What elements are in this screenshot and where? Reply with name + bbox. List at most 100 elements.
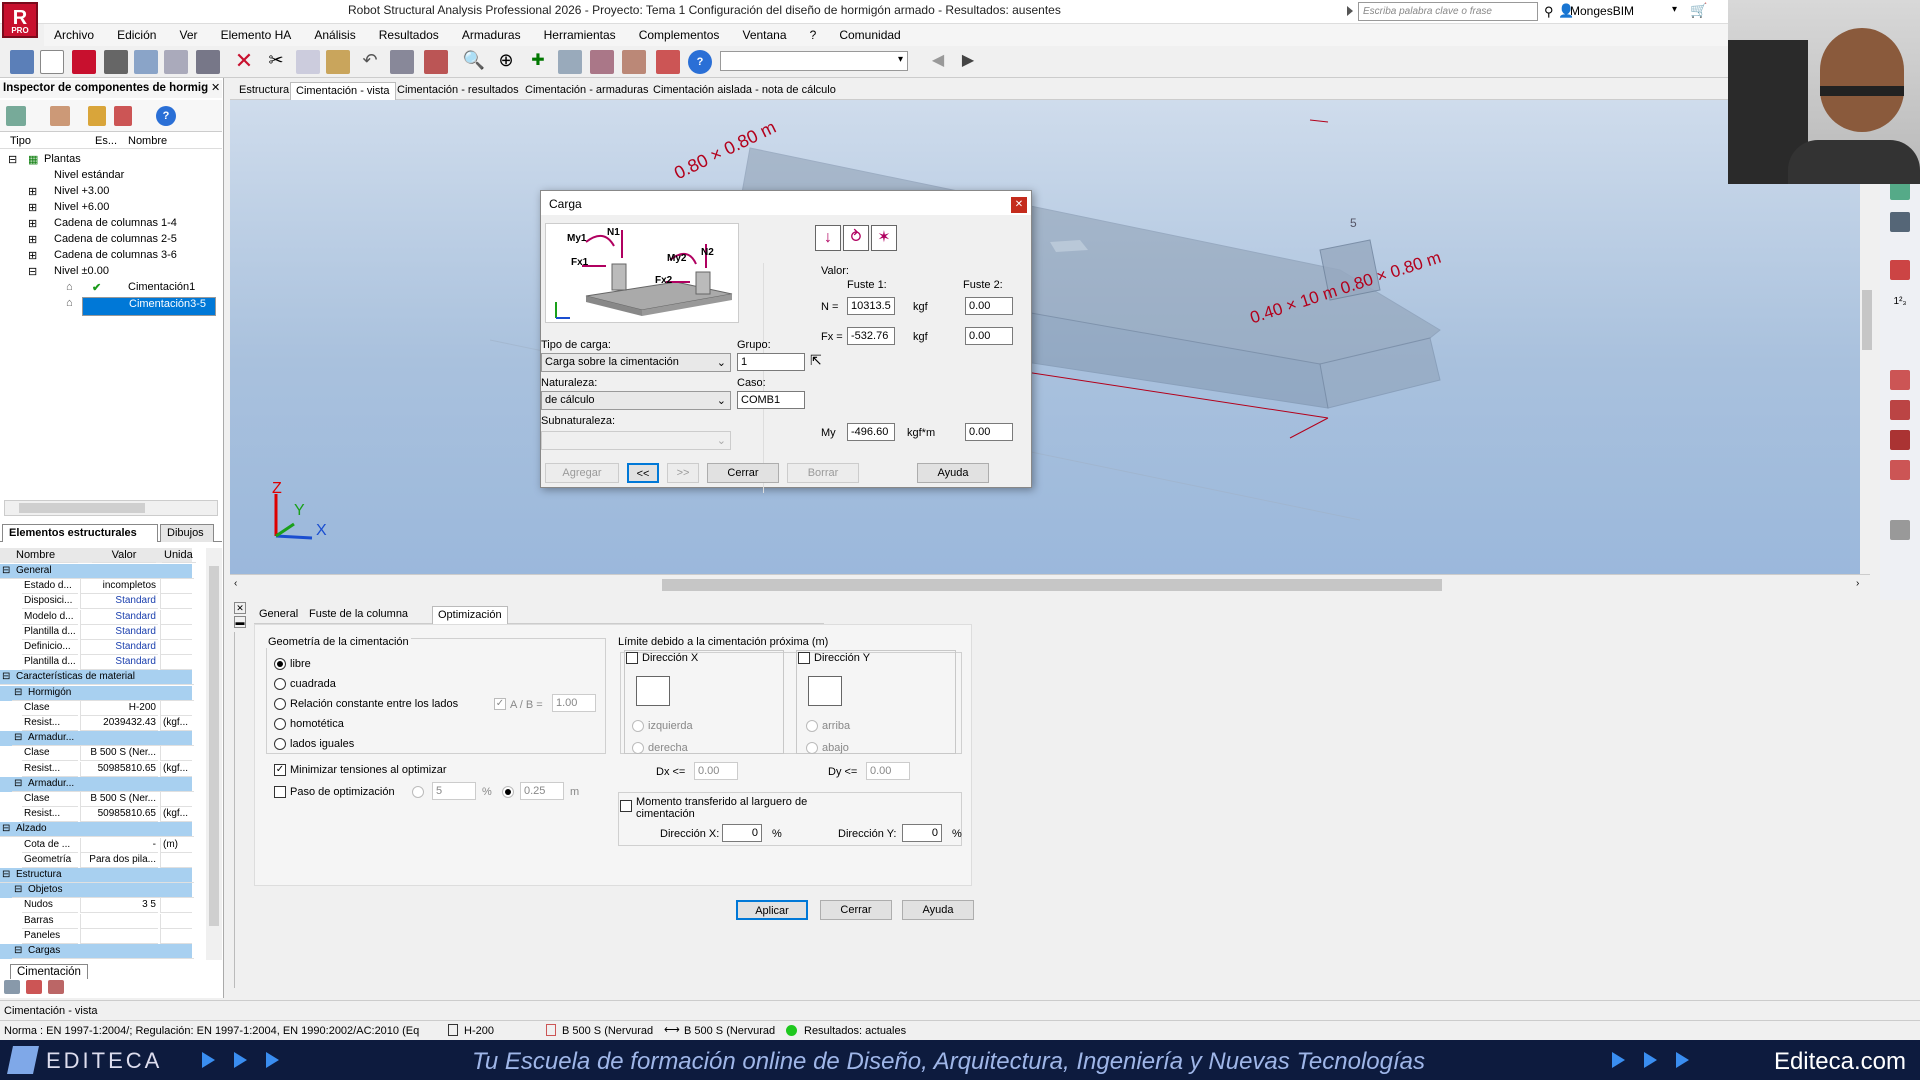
inspector-icon[interactable] — [10, 50, 34, 74]
my-fuste2-input[interactable]: 0.00 — [965, 423, 1013, 441]
prop-value[interactable]: - — [80, 837, 158, 853]
edit-icon[interactable] — [26, 980, 42, 994]
prop-value[interactable]: Standard — [80, 609, 158, 625]
collapse-icon[interactable]: ⊟ — [12, 883, 26, 899]
tab-estructura[interactable]: Estructura — [234, 82, 294, 100]
binoculars-icon[interactable]: ⚲ — [1544, 4, 1554, 20]
tipo-carga-select[interactable]: Carga sobre la cimentación ⌄ — [541, 353, 731, 372]
tab-general[interactable]: General — [254, 606, 303, 624]
prop-group[interactable]: ⊟ Características de material — [0, 670, 194, 686]
cerrar-button[interactable]: Cerrar — [707, 463, 779, 483]
prop-value[interactable]: Standard — [80, 594, 158, 610]
prop-row[interactable]: Definicio... Standard — [0, 640, 192, 655]
display-icon[interactable] — [390, 50, 414, 74]
caso-input[interactable]: COMB1 — [737, 391, 805, 409]
menu-elemento-ha[interactable]: Elemento HA — [211, 24, 302, 46]
menu-ventana[interactable]: Ventana — [732, 24, 796, 46]
collapse-icon[interactable]: ⊟ — [0, 564, 14, 579]
subnaturaleza-select[interactable]: ⌄ — [541, 431, 731, 450]
user-name[interactable]: MongesBIM — [1570, 4, 1634, 18]
radio-arriba[interactable] — [806, 720, 818, 732]
camera-icon[interactable] — [196, 50, 220, 74]
scroll-thumb[interactable] — [662, 579, 1442, 591]
cart-icon[interactable]: 🛒 — [1690, 2, 1707, 19]
delete-icon[interactable]: ✕ — [232, 50, 256, 74]
n-fuste1-input[interactable]: 10313.5 — [847, 297, 895, 315]
view-icon[interactable] — [1890, 520, 1910, 540]
prop-value[interactable]: 50985810.65 — [80, 761, 158, 777]
clear-filter-icon[interactable] — [114, 106, 132, 126]
collapse-icon[interactable]: ⊟ — [12, 731, 26, 747]
menu-analisis[interactable]: Análisis — [304, 24, 365, 46]
viewport-horizontal-scrollbar[interactable]: ‹ › — [230, 574, 1870, 594]
tab-cimentacion-armaduras[interactable]: Cimentación - armaduras — [520, 82, 654, 100]
collapse-icon[interactable]: ⊟ — [12, 777, 26, 792]
grupo-input[interactable]: 1 — [737, 353, 805, 371]
checkbox-dir-x[interactable] — [626, 652, 638, 664]
offset-icon[interactable] — [1890, 460, 1910, 480]
prop-row[interactable]: Resist... 50985810.65 (kgf... — [0, 807, 192, 823]
properties-scrollbar[interactable] — [206, 548, 222, 960]
diry-input[interactable]: 0 — [902, 824, 942, 842]
load-icon[interactable] — [1890, 212, 1910, 232]
borrar-button[interactable]: Borrar — [787, 463, 859, 483]
menu-armaduras[interactable]: Armaduras — [452, 24, 531, 46]
section-icon[interactable] — [1890, 400, 1910, 420]
collapse-icon[interactable]: ⊟ — [0, 670, 14, 686]
tree-item-cadena-3-6[interactable]: Cadena de columnas 3-6 — [54, 249, 177, 261]
dy-input[interactable]: 0.00 — [866, 762, 910, 780]
menu-complementos[interactable]: Complementos — [629, 24, 730, 46]
checkbox-minimizar[interactable]: ✓ — [274, 764, 286, 776]
prop-subgroup[interactable]: ⊟ Cargas — [0, 944, 194, 959]
menu-edicion[interactable]: Edición — [107, 24, 166, 46]
column-nombre[interactable]: Nombre — [128, 135, 167, 147]
tree-item-nivel-3[interactable]: Nivel +3.00 — [54, 185, 109, 197]
prop-group[interactable]: ⊟ General — [0, 564, 194, 579]
search-expand-icon[interactable] — [1347, 6, 1353, 16]
radio-homotetica[interactable] — [274, 718, 286, 730]
prop-subgroup[interactable]: ⊟ Hormigón — [0, 685, 194, 701]
tab-cimentacion[interactable]: Cimentación — [10, 964, 88, 979]
prop-row[interactable]: Resist... 2039432.43 (kgf... — [0, 716, 192, 731]
menu-archivo[interactable]: Archivo — [44, 24, 104, 46]
tree-expander[interactable]: ⊞ — [28, 217, 37, 230]
tree-expander[interactable]: ⊞ — [28, 185, 37, 198]
prop-row[interactable]: Plantilla d... Standard — [0, 655, 192, 671]
my-fuste1-input[interactable]: -496.60 — [847, 423, 895, 441]
prop-value[interactable]: B 500 S (Ner... — [80, 746, 158, 762]
fx-fuste2-input[interactable]: 0.00 — [965, 327, 1013, 345]
table-icon[interactable] — [48, 980, 64, 994]
menu-help[interactable]: ? — [800, 24, 827, 46]
radio-paso-pct[interactable] — [412, 786, 424, 798]
checkbox-ab[interactable]: ✓ — [494, 698, 506, 710]
prop-row[interactable]: Estado d... incompletos — [0, 579, 192, 595]
radio-cuadrada[interactable] — [274, 678, 286, 690]
tab-nota-calculo[interactable]: Cimentación aislada - nota de cálculo — [648, 82, 841, 100]
prop-group[interactable]: ⊟ Estructura — [0, 868, 194, 883]
prop-row[interactable]: Clase H-200 — [0, 700, 192, 716]
undo-icon[interactable]: ↶ — [358, 50, 382, 74]
scroll-left-icon[interactable]: ‹ — [234, 578, 237, 589]
ayuda-button[interactable]: Ayuda — [902, 900, 974, 920]
prop-subgroup[interactable]: ⊟ Armadur... — [0, 731, 194, 747]
force-combined-icon[interactable]: ✶ — [871, 225, 897, 251]
tree-item-cimentacion1[interactable]: Cimentación1 — [128, 281, 195, 293]
structure-icon[interactable] — [590, 50, 614, 74]
prop-value[interactable]: B 500 S (Ner... — [80, 792, 158, 807]
forward-arrow-icon[interactable]: ▶ — [956, 50, 980, 74]
ayuda-button[interactable]: Ayuda — [917, 463, 989, 483]
prop-row[interactable]: Plantilla d... Standard — [0, 624, 192, 640]
preview-icon[interactable] — [164, 50, 188, 74]
column-estado[interactable]: Es... — [95, 135, 117, 147]
calculator-icon[interactable] — [424, 50, 448, 74]
prop-value[interactable]: 2039432.43 — [80, 716, 158, 731]
tab-cimentacion-vista[interactable]: Cimentación - vista — [290, 82, 396, 100]
dx-input[interactable]: 0.00 — [694, 762, 738, 780]
ab-input[interactable]: 1.00 — [552, 694, 596, 712]
folder-icon[interactable] — [6, 106, 26, 126]
prop-row[interactable]: Modelo d... Standard — [0, 609, 192, 625]
tree-item-nivel-estandar[interactable]: Nivel estándar — [54, 169, 124, 181]
menu-resultados[interactable]: Resultados — [369, 24, 449, 46]
menu-comunidad[interactable]: Comunidad — [829, 24, 910, 46]
menu-ver[interactable]: Ver — [170, 24, 208, 46]
